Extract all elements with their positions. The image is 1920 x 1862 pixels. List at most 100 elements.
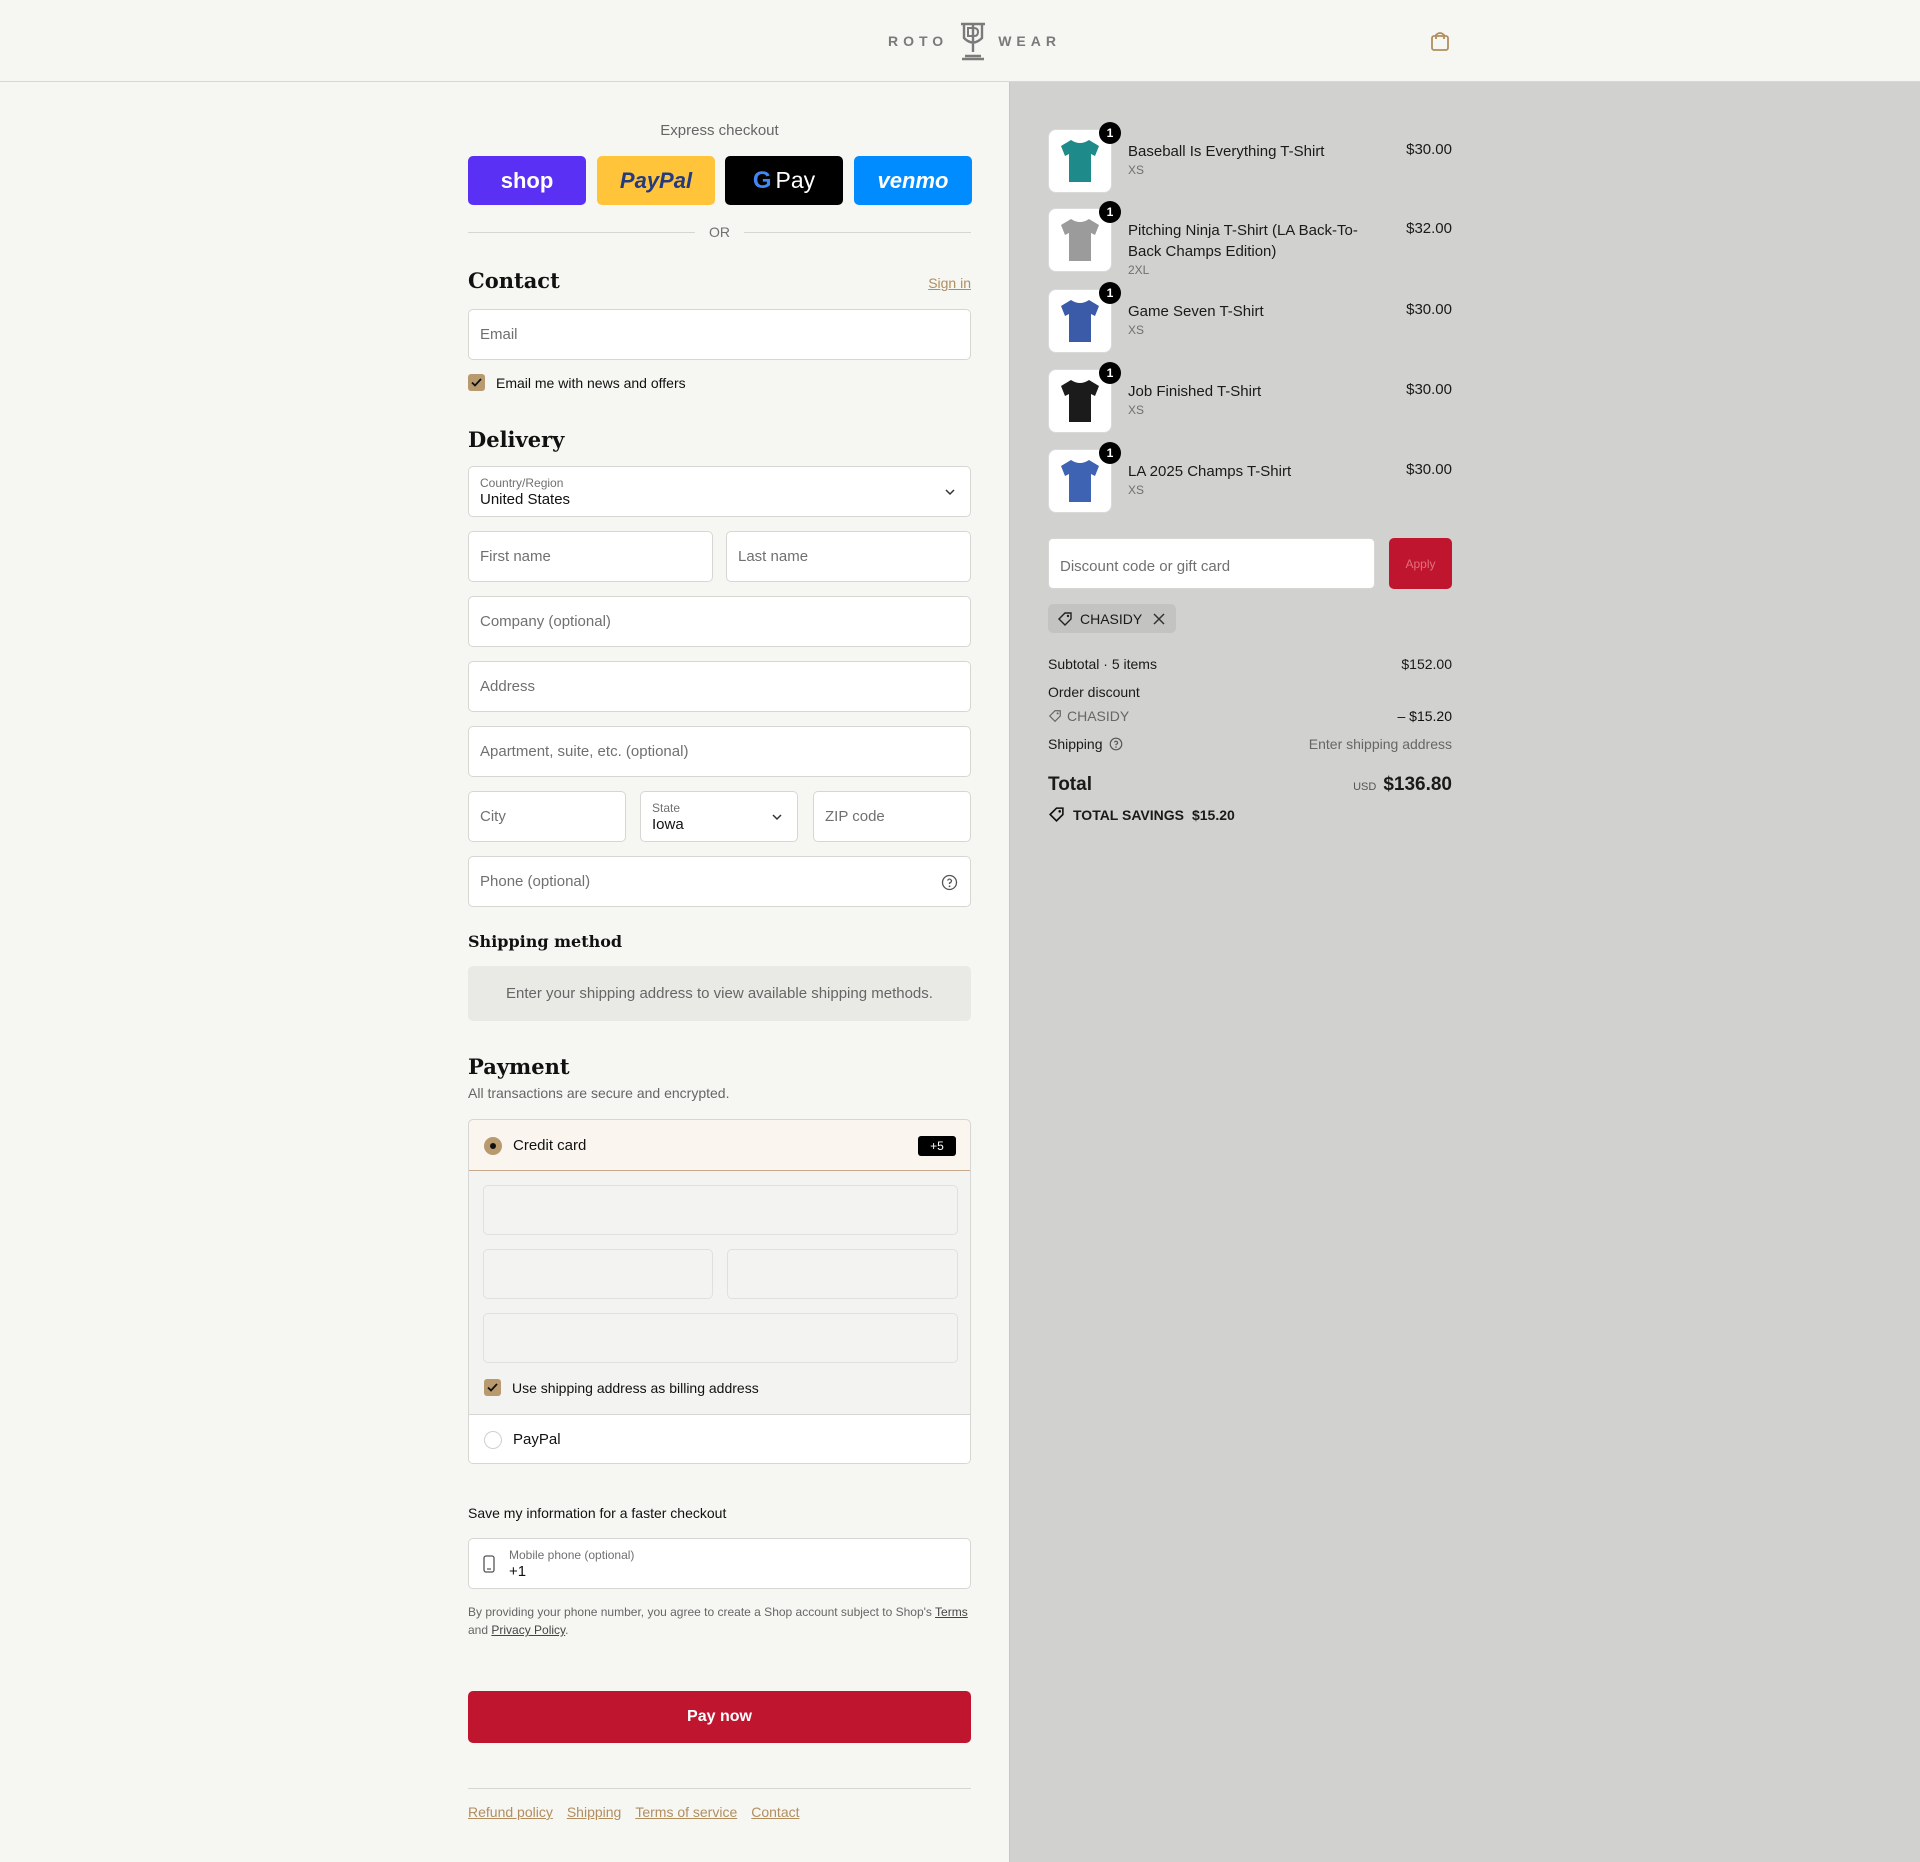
card-number-field[interactable]: [483, 1185, 958, 1235]
card-name-field[interactable]: [483, 1313, 958, 1363]
product-thumbnail: 1: [1048, 362, 1121, 433]
credit-card-label: Credit card: [513, 1137, 587, 1154]
credit-card-option[interactable]: Credit card +5: [469, 1120, 970, 1171]
newsletter-checkbox-row[interactable]: Email me with news and offers: [468, 374, 686, 391]
tshirt-icon: [1061, 380, 1099, 422]
terms-of-service-link[interactable]: Terms of service: [635, 1804, 737, 1820]
product-thumbnail: 1: [1048, 201, 1121, 272]
footer-divider: [468, 1788, 971, 1789]
order-item: 1 Job Finished T-Shirt XS $30.00: [1048, 362, 1452, 433]
total-row: Total USD $136.80: [1048, 774, 1452, 796]
google-pay-button[interactable]: G Pay: [725, 156, 843, 205]
total-savings-value: $15.20: [1191, 806, 1235, 823]
shipping-label: Shipping: [1048, 736, 1103, 752]
quantity-badge: 1: [1099, 442, 1121, 464]
discount-code-label: CHASIDY: [1067, 708, 1130, 724]
billing-same-row[interactable]: Use shipping address as billing address: [484, 1379, 759, 1396]
order-discount-label: Order discount: [1048, 684, 1140, 700]
item-price: $30.00: [1406, 461, 1452, 478]
paypal-option[interactable]: PayPal: [469, 1414, 970, 1463]
contact-heading: Contact: [468, 268, 560, 293]
mobile-phone-field[interactable]: Mobile phone (optional) +1: [468, 1538, 971, 1589]
total-label: Total: [1048, 774, 1092, 795]
item-price: $30.00: [1406, 381, 1452, 398]
brand-logo[interactable]: ROTO WEAR: [888, 20, 1061, 62]
pay-now-button[interactable]: Pay now: [468, 1691, 971, 1743]
brand-monogram-icon: [961, 22, 986, 61]
subtotal-label: Subtotal · 5 items: [1048, 656, 1157, 672]
tshirt-icon: [1061, 460, 1099, 502]
close-icon[interactable]: [1151, 611, 1167, 627]
terms-link[interactable]: Terms: [935, 1605, 968, 1619]
sign-in-link[interactable]: Sign in: [928, 275, 971, 291]
total-savings-row: TOTAL SAVINGS $15.20: [1048, 806, 1452, 823]
item-variant: XS: [1128, 163, 1145, 177]
shopping-bag-icon[interactable]: [1430, 30, 1450, 52]
city-field[interactable]: City: [468, 791, 626, 842]
chevron-down-icon: [945, 489, 955, 496]
chevron-down-icon: [772, 814, 782, 821]
applied-discount-tag: CHASIDY: [1048, 604, 1177, 633]
email-field[interactable]: Email: [468, 309, 971, 360]
refund-policy-link[interactable]: Refund policy: [468, 1804, 553, 1820]
brand-left: ROTO: [888, 33, 949, 49]
tshirt-icon: [1061, 219, 1099, 261]
tshirt-icon: [1061, 300, 1099, 342]
help-icon[interactable]: [1109, 737, 1123, 751]
first-name-field[interactable]: First name: [468, 531, 713, 582]
item-price: $30.00: [1406, 141, 1452, 158]
item-variant: 2XL: [1128, 263, 1150, 277]
payment-heading: Payment: [468, 1054, 570, 1079]
zip-field[interactable]: ZIP code: [813, 791, 971, 842]
order-item: 1 LA 2025 Champs T-Shirt XS $30.00: [1048, 442, 1452, 513]
shipping-value: Enter shipping address: [1308, 736, 1452, 752]
check-icon: [487, 1383, 498, 1392]
last-name-field[interactable]: Last name: [726, 531, 971, 582]
discount-code-field[interactable]: Discount code or gift card: [1048, 538, 1375, 589]
privacy-policy-link[interactable]: Privacy Policy: [491, 1623, 565, 1637]
card-cvv-field[interactable]: [727, 1249, 958, 1299]
help-icon[interactable]: [941, 874, 958, 891]
item-price: $32.00: [1406, 220, 1452, 237]
venmo-button[interactable]: venmo: [854, 156, 972, 205]
order-item: 1 Baseball Is Everything T-Shirt XS $30.00: [1048, 122, 1452, 193]
quantity-badge: 1: [1099, 282, 1121, 304]
paypal-button[interactable]: PayPal: [597, 156, 715, 205]
mobile-phone-icon: [483, 1555, 495, 1573]
total-savings-label: TOTAL SAVINGS: [1073, 806, 1184, 823]
shop-pay-button[interactable]: shop: [468, 156, 586, 205]
discount-code-row: CHASIDY – $15.20: [1048, 708, 1452, 724]
apartment-field[interactable]: Apartment, suite, etc. (optional): [468, 726, 971, 777]
company-field[interactable]: Company (optional): [468, 596, 971, 647]
check-icon: [471, 378, 482, 387]
applied-discount-code: CHASIDY: [1080, 610, 1143, 627]
state-select[interactable]: State Iowa: [640, 791, 798, 842]
address-field[interactable]: Address: [468, 661, 971, 712]
item-variant: XS: [1128, 323, 1145, 337]
quantity-badge: 1: [1099, 201, 1121, 223]
payment-subtitle: All transactions are secure and encrypte…: [468, 1085, 730, 1101]
shipping-link[interactable]: Shipping: [567, 1804, 622, 1820]
tag-icon: [1048, 807, 1064, 823]
currency-code: USD: [1353, 781, 1377, 793]
quantity-badge: 1: [1099, 362, 1121, 384]
shop-legal-text: By providing your phone number, you agre…: [468, 1605, 968, 1637]
or-label: OR: [709, 224, 730, 240]
card-expiry-field[interactable]: [483, 1249, 713, 1299]
billing-same-checkbox[interactable]: [484, 1379, 501, 1396]
shipping-row: Shipping Enter shipping address: [1048, 736, 1452, 752]
phone-field[interactable]: Phone (optional): [468, 856, 971, 907]
quantity-badge: 1: [1099, 122, 1121, 144]
country-select[interactable]: Country/Region United States: [468, 466, 971, 517]
item-name: Baseball Is Everything T-Shirt: [1128, 143, 1325, 160]
brand-right: WEAR: [998, 33, 1061, 49]
credit-card-radio[interactable]: [484, 1137, 502, 1155]
newsletter-label: Email me with news and offers: [496, 374, 686, 391]
contact-link[interactable]: Contact: [751, 1804, 799, 1820]
payment-methods: Credit card +5 Use shipping address as b…: [468, 1119, 971, 1464]
or-divider: OR: [468, 222, 971, 242]
item-name: Pitching Ninja T-Shirt (LA Back-To-Back …: [1128, 222, 1358, 260]
newsletter-checkbox[interactable]: [468, 374, 485, 391]
apply-discount-button[interactable]: Apply: [1389, 538, 1452, 589]
paypal-radio[interactable]: [484, 1431, 502, 1449]
